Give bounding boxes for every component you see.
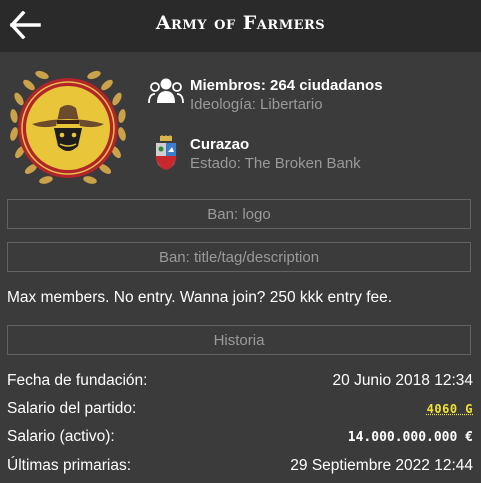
page-title: Army of Farmers [155,12,326,34]
curacao-coat-of-arms-icon[interactable] [153,135,179,171]
ban-logo-button[interactable]: Ban: logo [7,199,471,229]
party-emblem [10,70,126,184]
stat-label: Últimas primarias: [7,457,132,474]
stat-label: Salario del partido: [7,400,137,417]
header-bar: Army of Farmers [0,0,481,52]
gold-amount[interactable]: 4060 G [427,402,473,416]
ideology-label: Ideología: Libertario [190,96,323,113]
group-icon [148,78,184,104]
stat-row-active-salary: Salario (activo): 14.000.000.000 € [7,426,473,448]
stat-value: 14.000.000.000 € [347,429,473,445]
stat-label: Fecha de fundación: [7,372,148,389]
history-button[interactable]: Historia [7,325,471,355]
members-row: Miembros: 264 ciudadanos Ideología: Libe… [148,76,383,114]
party-description: Max members. No entry. Wanna join? 250 k… [7,289,393,306]
stat-value: 29 Septiembre 2022 12:44 [290,457,473,474]
country-row: Curazao Estado: The Broken Bank [148,135,361,173]
stat-row-founded: Fecha de fundación: 20 Junio 2018 12:34 [7,370,473,392]
ban-info-button[interactable]: Ban: title/tag/description [7,242,471,272]
state-label: Estado: The Broken Bank [190,155,361,172]
country-name[interactable]: Curazao [190,135,361,154]
stat-value: 20 Junio 2018 12:34 [332,372,473,389]
stat-row-party-salary: Salario del partido: 4060 G [7,398,473,420]
members-count: Miembros: 264 ciudadanos [190,77,383,94]
stat-label: Salario (activo): [7,428,115,445]
stat-row-primaries: Últimas primarias: 29 Septiembre 2022 12… [7,455,473,477]
